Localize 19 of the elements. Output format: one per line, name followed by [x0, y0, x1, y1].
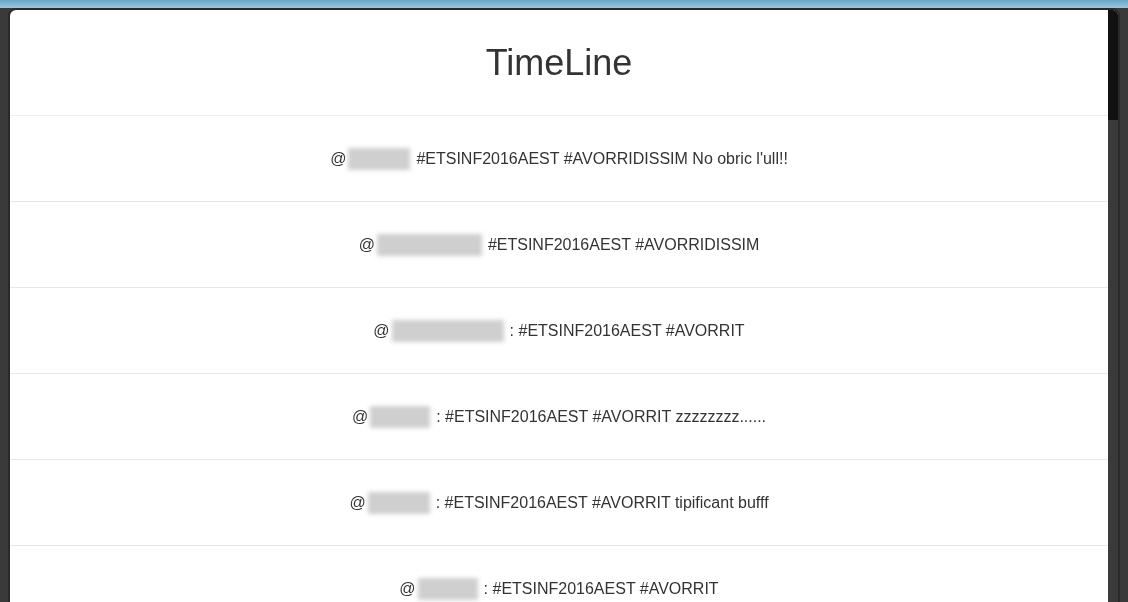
tweet-text: : #ETSINF2016AEST #AVORRIT	[483, 579, 719, 598]
tweet-text: #ETSINF2016AEST #AVORRIDISSIM	[487, 235, 760, 254]
at-sign: @	[358, 235, 375, 254]
redacted-username	[370, 405, 431, 428]
at-sign: @	[399, 579, 416, 598]
tweet-text: : #ETSINF2016AEST #AVORRIT tipificant bufff	[435, 493, 769, 512]
at-sign: @	[373, 321, 390, 340]
redacted-username	[417, 577, 478, 600]
redacted-username	[348, 147, 411, 170]
tweet-text: #ETSINF2016AEST #AVORRIDISSIM No obric l'ull!!	[416, 149, 788, 168]
scrollbar-thumb[interactable]	[1108, 10, 1118, 120]
at-sign: @	[349, 493, 366, 512]
scrollbar[interactable]	[1108, 10, 1118, 602]
tweet-text: : #ETSINF2016AEST #AVORRIT	[509, 321, 745, 340]
panel-title: TimeLine	[485, 40, 633, 85]
at-sign: @	[330, 149, 347, 168]
redacted-username	[367, 491, 430, 514]
tweet-text: : #ETSINF2016AEST #AVORRIT zzzzzzzz......	[436, 407, 767, 426]
at-sign: @	[351, 407, 369, 426]
